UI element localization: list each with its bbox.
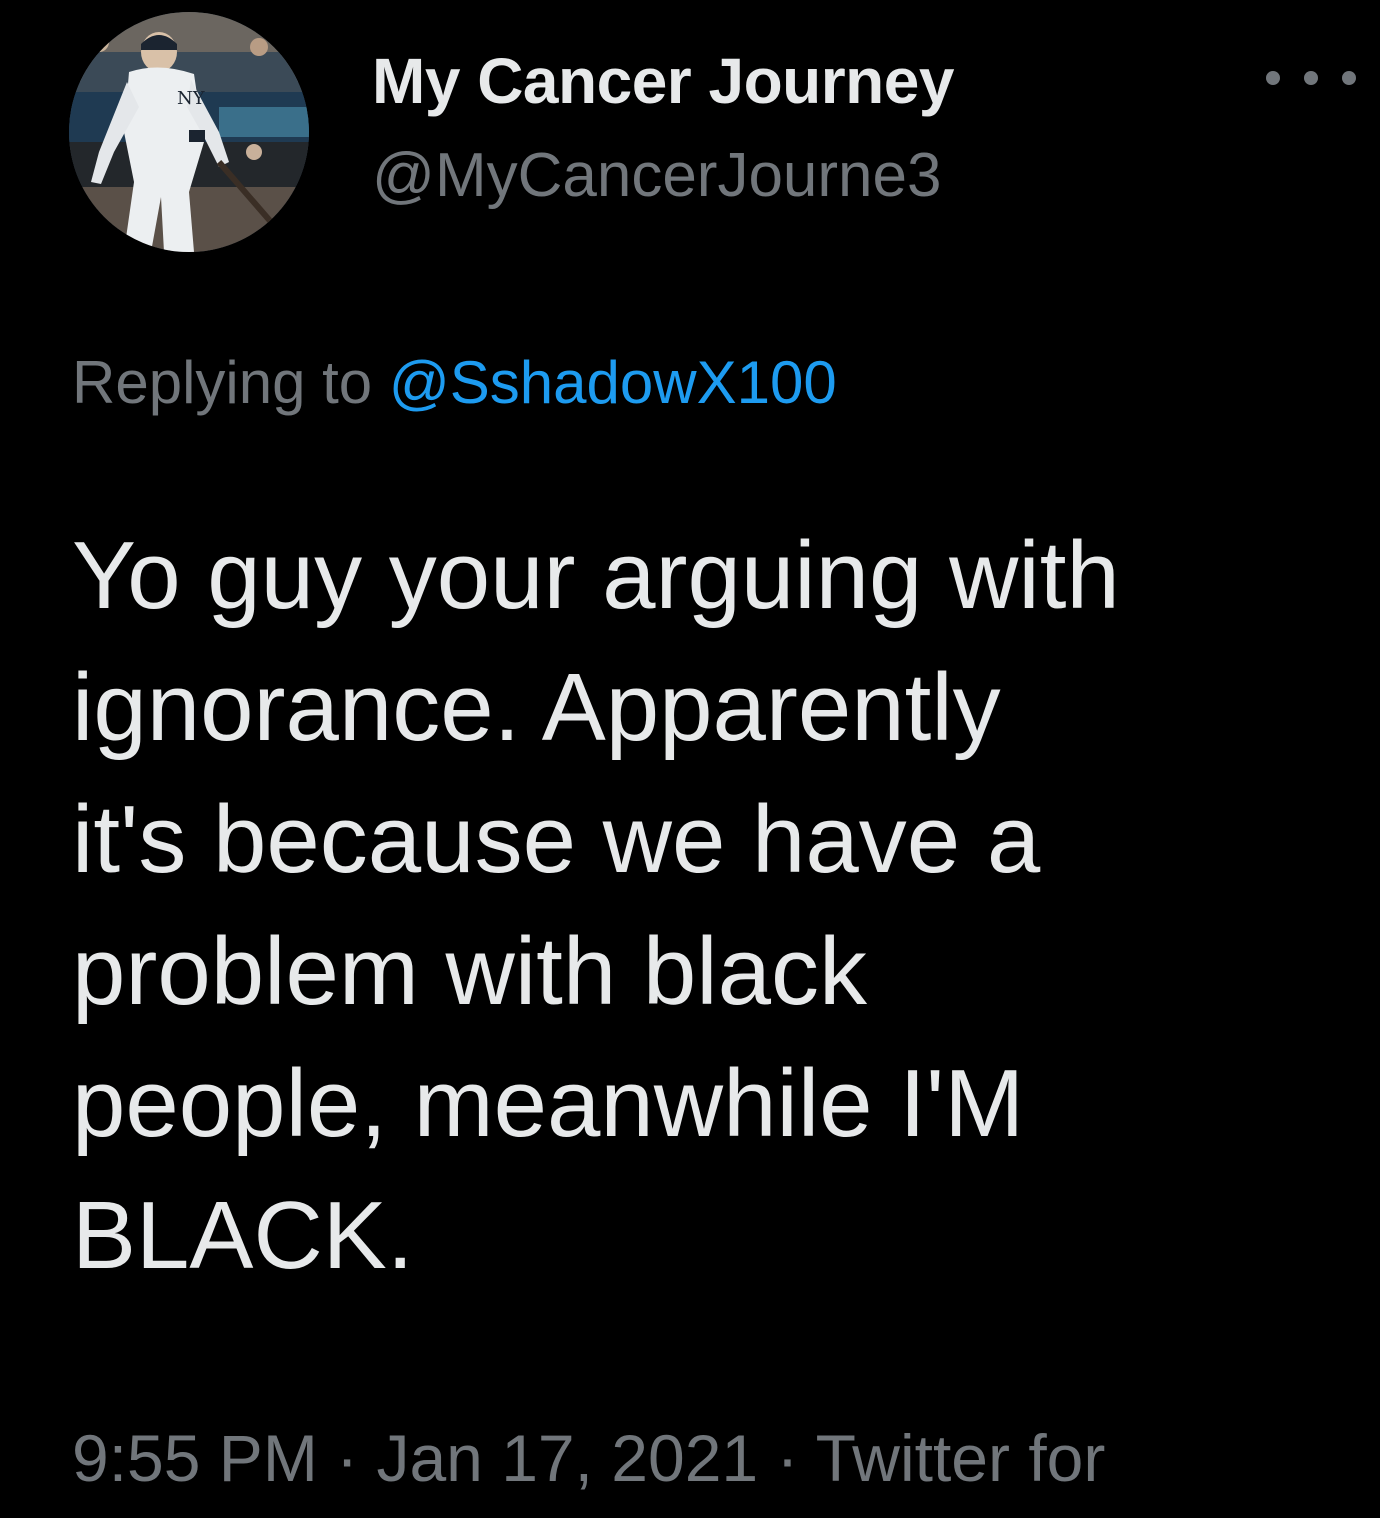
tweet-time[interactable]: 9:55 PM (72, 1421, 318, 1495)
more-options-icon[interactable] (1266, 58, 1356, 98)
tweet-text-line: BLACK. (72, 1182, 414, 1289)
reply-mention-link[interactable]: @SshadowX100 (389, 349, 837, 416)
tweet-meta: 9:55 PM · Jan 17, 2021 · Twitter for (72, 1420, 1105, 1496)
replying-to-label: Replying to (72, 349, 373, 416)
tweet-text-line: problem with black (72, 918, 867, 1025)
avatar-photo: NY (69, 12, 309, 252)
display-name[interactable]: My Cancer Journey (372, 44, 954, 118)
meta-separator: · (776, 1421, 799, 1495)
tweet-text-line: it's because we have a (72, 786, 1041, 893)
more-dot (1342, 71, 1356, 85)
replying-to: Replying to @SshadowX100 (72, 348, 837, 417)
user-handle[interactable]: @MyCancerJourne3 (372, 140, 942, 211)
tweet-text-line: ignorance. Apparently (72, 654, 1001, 761)
more-dot (1304, 71, 1318, 85)
tweet-text: Yo guy your arguing with ignorance. Appa… (72, 510, 1352, 1302)
svg-text:NY: NY (177, 88, 206, 109)
tweet-text-line: people, meanwhile I'M (72, 1050, 1025, 1157)
tweet: NY My Cancer Journey @MyCancerJourne3 Re… (0, 0, 1380, 1518)
meta-separator: · (336, 1421, 359, 1495)
tweet-date[interactable]: Jan 17, 2021 (376, 1421, 758, 1495)
tweet-source[interactable]: Twitter for (816, 1421, 1106, 1495)
tweet-text-line: Yo guy your arguing with (72, 522, 1120, 629)
avatar[interactable]: NY (69, 12, 309, 252)
more-dot (1266, 71, 1280, 85)
